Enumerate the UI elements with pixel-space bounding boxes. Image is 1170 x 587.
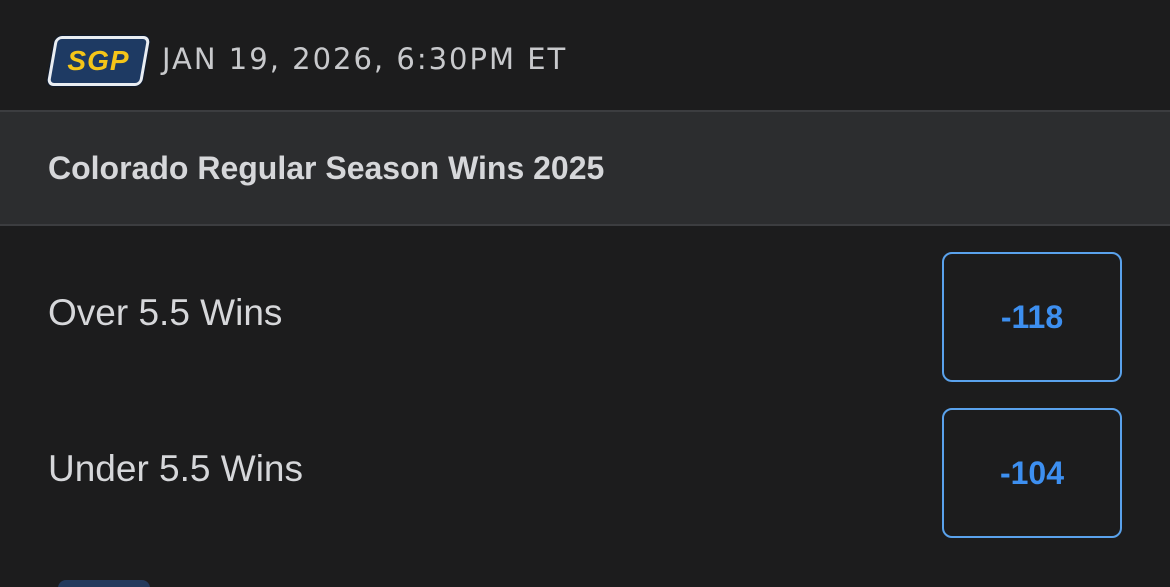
bet-market-card: SGP JAN 19, 2026, 6:30PM ET Colorado Reg… xyxy=(0,0,1170,587)
market-title: Colorado Regular Season Wins 2025 xyxy=(48,150,605,186)
next-badge-partial xyxy=(58,580,150,587)
game-header: SGP JAN 19, 2026, 6:30PM ET xyxy=(0,0,1170,110)
selection-label-over: Over 5.5 Wins xyxy=(48,292,283,333)
sgp-badge: SGP xyxy=(46,36,151,86)
selection-label-under: Under 5.5 Wins xyxy=(48,448,303,489)
selection-row-under: Under 5.5 Wins -104 xyxy=(0,408,1170,540)
game-time: JAN 19, 2026, 6:30PM ET xyxy=(162,42,568,76)
odds-button-over[interactable]: -118 xyxy=(942,252,1122,382)
odds-value-over: -118 xyxy=(1000,298,1064,335)
selection-row-over: Over 5.5 Wins -118 xyxy=(0,252,1170,384)
market-header: Colorado Regular Season Wins 2025 xyxy=(0,110,1170,226)
sgp-badge-label: SGP xyxy=(67,45,130,76)
odds-value-under: -104 xyxy=(999,454,1065,491)
odds-button-under[interactable]: -104 xyxy=(942,408,1122,538)
